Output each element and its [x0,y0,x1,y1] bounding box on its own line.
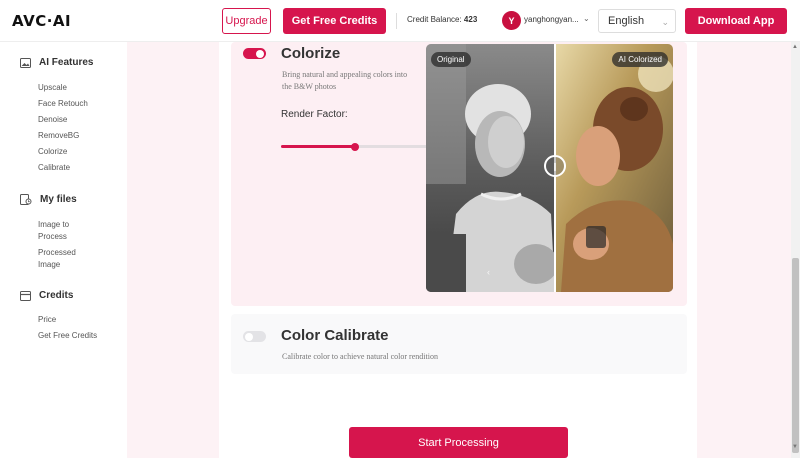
image-icon [20,57,31,68]
render-factor-label: Render Factor: [281,109,348,120]
sidebar-item-processed-image[interactable]: Processed Image [38,247,76,271]
original-tag: Original [431,52,471,67]
files-icon [20,194,32,205]
slider-fill [281,145,355,148]
get-free-credits-button[interactable]: Get Free Credits [283,8,386,34]
sidebar: AI Features Upscale Face Retouch Denoise… [0,42,127,458]
credit-balance: Credit Balance: 423 [407,15,477,24]
username[interactable]: yanghongyan... [524,15,579,24]
sidebar-section-ai-features[interactable]: AI Features [20,57,93,68]
sidebar-item-denoise[interactable]: Denoise [38,114,67,126]
sidebar-section-title: AI Features [39,57,94,68]
upgrade-button[interactable]: Upgrade [222,8,271,34]
sidebar-item-colorize[interactable]: Colorize [38,146,67,158]
calibrate-toggle[interactable] [243,331,266,342]
chevron-down-icon[interactable]: ⌄ [583,14,590,23]
compare-handle-icon[interactable]: ❙ [544,155,566,177]
sidebar-item-price[interactable]: Price [38,314,56,326]
sidebar-item-upscale[interactable]: Upscale [38,82,67,94]
header-divider [396,13,397,29]
sidebar-item-removebg[interactable]: RemoveBG [38,130,79,142]
colorize-title: Colorize [281,45,341,62]
sidebar-section-title: Credits [39,290,74,301]
render-factor-slider[interactable] [281,142,431,151]
sidebar-section-title: My files [40,194,77,205]
user-avatar[interactable]: Y [502,11,521,30]
credit-balance-value: 423 [463,15,478,24]
page-scrollbar[interactable]: ▲ ▼ [791,42,800,458]
sidebar-item-image-to-process[interactable]: Image to Process [38,219,69,243]
app-logo[interactable]: AVC·AI [12,12,71,30]
start-processing-button[interactable]: Start Processing [349,427,568,458]
language-select[interactable]: English ⌄ [598,9,676,33]
credit-balance-label: Credit Balance: [407,15,464,24]
before-after-compare[interactable]: Original AI Colorized ❙ ‹ [426,44,673,292]
scrollbar-thumb[interactable] [792,258,799,453]
card-icon [20,290,31,301]
sidebar-section-my-files[interactable]: My files [20,194,77,205]
download-app-button[interactable]: Download App [685,8,787,34]
top-header: AVC·AI Upgrade Get Free Credits Credit B… [0,0,800,42]
language-value: English [608,15,645,27]
chevron-down-icon: ⌄ [661,17,669,27]
toggle-knob [245,332,253,341]
sidebar-item-face-retouch[interactable]: Face Retouch [38,98,88,110]
calibrate-title: Color Calibrate [281,327,389,344]
slider-thumb[interactable] [350,142,359,151]
sidebar-section-credits[interactable]: Credits [20,290,73,301]
sidebar-item-get-free-credits[interactable]: Get Free Credits [38,330,97,342]
colorize-description-line2: the B&W photos [282,82,337,91]
ai-colorized-tag: AI Colorized [612,52,668,67]
scroll-down-arrow-icon[interactable]: ▼ [792,444,798,450]
colorize-toggle[interactable] [243,48,266,59]
chevron-left-icon[interactable]: ‹ [487,267,490,277]
calibrate-description: Calibrate color to achieve natural color… [282,352,438,361]
colorize-description-line1: Bring natural and appealing colors into [282,70,408,79]
scroll-up-arrow-icon[interactable]: ▲ [792,44,798,50]
sidebar-item-calibrate[interactable]: Calibrate [38,162,70,174]
calibrate-card [231,314,687,374]
toggle-knob [256,49,264,58]
